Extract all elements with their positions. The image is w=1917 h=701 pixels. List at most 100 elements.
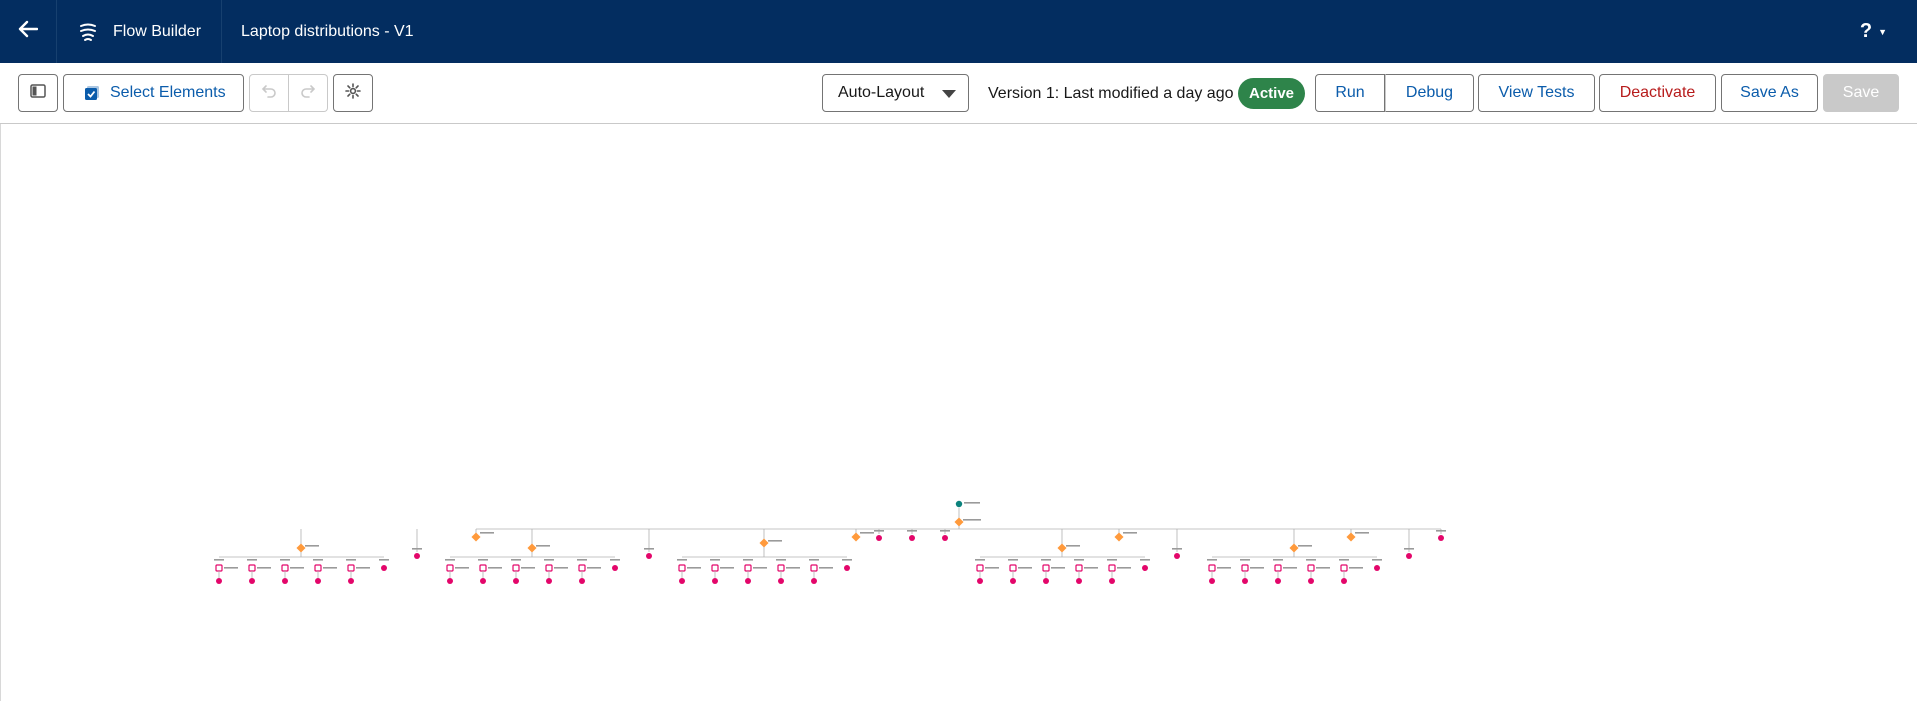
end-node[interactable] [1406,553,1412,559]
end-node[interactable] [381,565,387,571]
node-label[interactable] [1207,559,1217,561]
action-node[interactable] [1340,564,1348,572]
decision-node[interactable] [1057,543,1067,553]
end-node[interactable] [745,578,751,584]
node-label[interactable] [480,532,494,534]
node-label[interactable] [1240,559,1250,561]
action-node[interactable] [976,564,984,572]
decision-node[interactable] [851,532,861,542]
action-node[interactable] [281,564,289,572]
node-label[interactable] [710,559,720,561]
node-label[interactable] [1298,545,1312,547]
node-label[interactable] [521,567,535,569]
decision-node[interactable] [527,543,537,553]
decision-node[interactable] [1289,543,1299,553]
decision-node[interactable] [296,543,306,553]
deactivate-button[interactable]: Deactivate [1599,74,1716,112]
node-label[interactable] [247,559,257,561]
node-label[interactable] [379,559,389,561]
node-label[interactable] [478,559,488,561]
action-node[interactable] [215,564,223,572]
end-node[interactable] [942,535,948,541]
node-label[interactable] [1140,559,1150,561]
select-elements-button[interactable]: Select Elements [63,74,244,112]
action-node[interactable] [545,564,553,572]
node-label[interactable] [1372,559,1382,561]
end-node[interactable] [1438,535,1444,541]
node-label[interactable] [809,559,819,561]
node-label[interactable] [644,548,654,550]
end-node[interactable] [977,578,983,584]
end-node[interactable] [480,578,486,584]
node-label[interactable] [776,559,786,561]
end-node[interactable] [447,578,453,584]
end-node[interactable] [712,578,718,584]
node-label[interactable] [257,567,271,569]
node-label[interactable] [1123,532,1137,534]
end-node[interactable] [876,535,882,541]
settings-button[interactable] [333,74,373,112]
flow-canvas[interactable] [0,124,1917,701]
node-label[interactable] [985,567,999,569]
end-node[interactable] [1043,578,1049,584]
action-node[interactable] [1307,564,1315,572]
node-label[interactable] [975,559,985,561]
node-label[interactable] [1273,559,1283,561]
node-label[interactable] [1217,567,1231,569]
action-node[interactable] [1274,564,1282,572]
end-node[interactable] [909,535,915,541]
node-label[interactable] [874,530,884,532]
decision-node[interactable] [471,532,481,542]
action-node[interactable] [1075,564,1083,572]
end-node[interactable] [579,578,585,584]
end-node[interactable] [1142,565,1148,571]
node-label[interactable] [1066,545,1080,547]
node-label[interactable] [964,502,980,504]
action-node[interactable] [777,564,785,572]
node-label[interactable] [214,559,224,561]
layout-select[interactable]: Auto-Layout [822,74,969,112]
action-node[interactable] [1241,564,1249,572]
node-label[interactable] [313,559,323,561]
node-label[interactable] [577,559,587,561]
view-tests-button[interactable]: View Tests [1478,74,1595,112]
node-label[interactable] [488,567,502,569]
end-node[interactable] [778,578,784,584]
decision-node[interactable] [1114,532,1124,542]
action-node[interactable] [810,564,818,572]
node-label[interactable] [1008,559,1018,561]
node-label[interactable] [842,559,852,561]
node-label[interactable] [412,548,422,550]
node-label[interactable] [346,559,356,561]
node-label[interactable] [280,559,290,561]
node-label[interactable] [587,567,601,569]
end-node[interactable] [1341,578,1347,584]
debug-button[interactable]: Debug [1385,74,1474,112]
node-label[interactable] [1316,567,1330,569]
node-label[interactable] [687,567,701,569]
end-node[interactable] [513,578,519,584]
node-label[interactable] [786,567,800,569]
node-label[interactable] [1306,559,1316,561]
help-menu-button[interactable]: ? ▼ [1860,0,1887,63]
end-node[interactable] [282,578,288,584]
end-node[interactable] [216,578,222,584]
node-label[interactable] [356,567,370,569]
node-label[interactable] [1349,567,1363,569]
end-node[interactable] [249,578,255,584]
action-node[interactable] [512,564,520,572]
node-label[interactable] [224,567,238,569]
end-node[interactable] [414,553,420,559]
decision-node[interactable] [1346,532,1356,542]
node-label[interactable] [610,559,620,561]
end-node[interactable] [844,565,850,571]
node-label[interactable] [1041,559,1051,561]
save-button[interactable]: Save [1823,74,1899,112]
start-node[interactable] [955,500,963,508]
node-label[interactable] [1107,559,1117,561]
end-node[interactable] [811,578,817,584]
node-label[interactable] [1018,567,1032,569]
run-button[interactable]: Run [1315,74,1385,112]
end-node[interactable] [1174,553,1180,559]
node-label[interactable] [455,567,469,569]
